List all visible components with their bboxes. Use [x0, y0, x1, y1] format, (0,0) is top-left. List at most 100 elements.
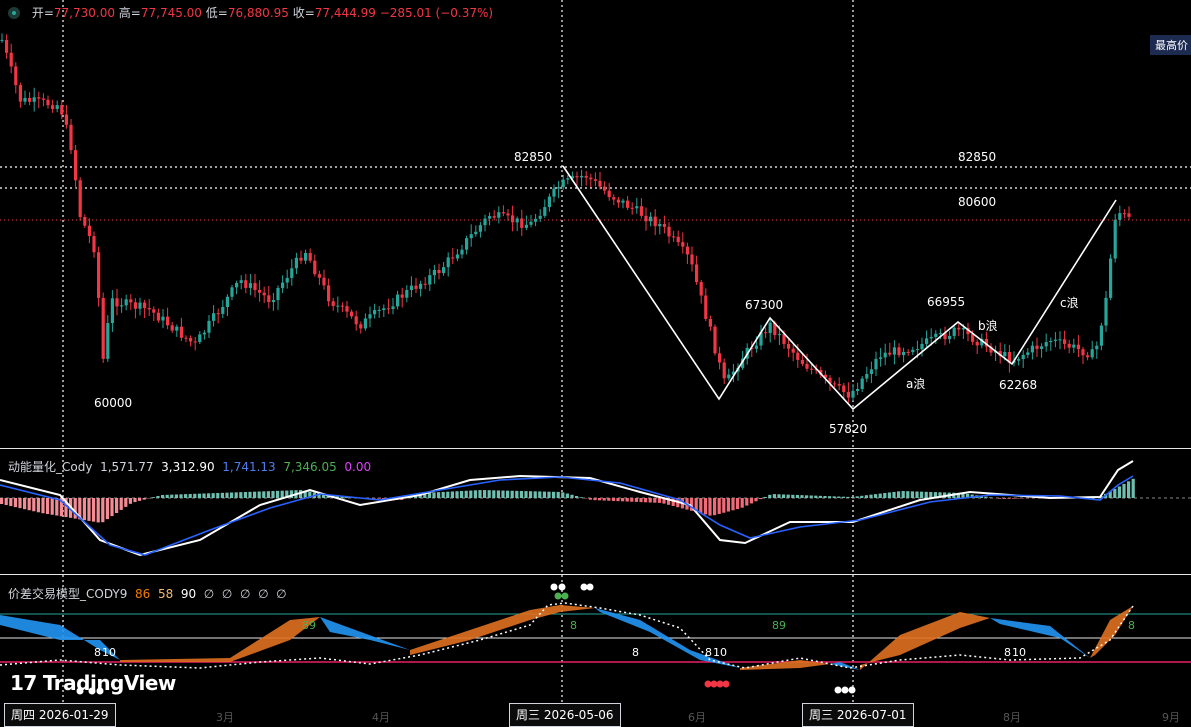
- histogram-bar: [837, 496, 841, 498]
- candle: [906, 349, 910, 356]
- histogram-bar: [883, 493, 887, 498]
- date-tag-2: 周三 2026-05-06: [509, 703, 621, 727]
- histogram-bar: [9, 498, 13, 507]
- candle: [791, 344, 795, 362]
- indicator2-empty-5: ∅: [276, 587, 287, 601]
- candle: [1104, 290, 1108, 332]
- histogram-bar: [170, 494, 174, 498]
- candle: [718, 346, 722, 370]
- candle: [989, 343, 993, 357]
- histogram-bar: [579, 497, 583, 498]
- histogram-bar: [211, 493, 215, 498]
- histogram-bar: [924, 491, 928, 498]
- candle: [46, 95, 50, 109]
- candle: [966, 322, 970, 342]
- histogram-bar: [556, 491, 560, 498]
- indicator2-legend[interactable]: 价差交易模型_CODY9 86 58 90 ∅ ∅ ∅ ∅ ∅: [8, 585, 287, 602]
- histogram-bar: [450, 491, 454, 498]
- candle: [589, 173, 593, 188]
- candle: [644, 207, 648, 231]
- histogram-bar: [809, 495, 813, 498]
- candle: [373, 303, 377, 319]
- candle: [1021, 350, 1025, 368]
- histogram-bar: [1122, 483, 1126, 498]
- histogram-bar: [202, 493, 206, 498]
- candle: [1044, 333, 1048, 352]
- visibility-icon[interactable]: [8, 7, 20, 19]
- histogram-bar: [745, 498, 749, 506]
- histogram-bar: [772, 494, 776, 498]
- indicator1-value-1: 1,571.77: [100, 460, 154, 474]
- change-value: −285.01 (−0.37%): [379, 6, 494, 20]
- candle: [543, 199, 547, 218]
- candle: [561, 174, 565, 190]
- candle: [846, 382, 850, 403]
- osc-label-6: 8: [705, 646, 712, 659]
- candle: [874, 351, 878, 376]
- candle: [1076, 335, 1080, 358]
- candle: [152, 306, 156, 321]
- histogram-bar: [469, 490, 473, 498]
- candle: [221, 299, 225, 319]
- wave-label-67300: 67300: [745, 298, 784, 312]
- histogram-bar: [621, 498, 625, 502]
- histogram-bar: [552, 491, 556, 498]
- histogram-bar: [653, 498, 657, 503]
- candle: [64, 105, 68, 129]
- wave-label-66955: 66955: [927, 295, 966, 309]
- candle: [984, 331, 988, 353]
- histogram-bar: [630, 498, 634, 502]
- candle: [948, 331, 952, 344]
- close-value: 77,444.99: [314, 6, 376, 20]
- histogram-bar: [492, 490, 496, 498]
- histogram-bar: [648, 498, 652, 503]
- histogram-bar: [23, 498, 27, 510]
- histogram-bar: [110, 498, 114, 517]
- candle: [37, 91, 41, 109]
- logo-text: TradingView: [42, 671, 177, 695]
- histogram-bar: [184, 494, 188, 498]
- histogram-bar: [713, 498, 717, 516]
- momentum-lines: [0, 460, 1134, 557]
- wave-label-a: a浪: [906, 377, 926, 391]
- candle: [405, 285, 409, 303]
- candle: [842, 382, 846, 399]
- histogram-bar: [910, 491, 914, 498]
- candle: [975, 339, 979, 354]
- candle: [32, 87, 36, 112]
- candle: [97, 246, 101, 307]
- candle: [1086, 351, 1090, 361]
- osc-label-3: 8: [570, 619, 577, 632]
- histogram-bar: [510, 490, 514, 498]
- candle: [1058, 331, 1062, 350]
- chart-canvas[interactable]: [0, 0, 1191, 727]
- histogram-bar: [542, 491, 546, 498]
- histogram-bar: [823, 496, 827, 498]
- histogram-bar: [901, 491, 905, 498]
- histogram-bar: [588, 498, 592, 500]
- histogram-bar: [906, 491, 910, 498]
- histogram-bar: [101, 498, 105, 523]
- candle: [1081, 346, 1085, 364]
- candle: [635, 197, 639, 214]
- candle: [83, 214, 87, 229]
- candle: [9, 43, 13, 74]
- histogram-bar: [607, 498, 611, 501]
- histogram-bar: [786, 494, 790, 498]
- date-tag-1: 周四 2026-01-29: [4, 703, 116, 727]
- histogram-bar: [575, 496, 579, 498]
- indicator1-legend[interactable]: 动能量化_Cody 1,571.77 3,312.90 1,741.13 7,3…: [8, 458, 371, 475]
- histogram-bar: [722, 498, 726, 513]
- histogram-bar: [266, 491, 270, 498]
- candle: [327, 278, 331, 307]
- candle: [304, 249, 308, 265]
- histogram-bar: [524, 491, 528, 498]
- indicator2-value-2: 58: [157, 587, 174, 601]
- candle: [409, 276, 413, 297]
- candle: [1053, 332, 1057, 348]
- histogram-bar: [455, 491, 459, 498]
- candle: [414, 277, 418, 294]
- candle: [1040, 343, 1044, 358]
- histogram-bar: [740, 498, 744, 508]
- candle: [658, 218, 662, 235]
